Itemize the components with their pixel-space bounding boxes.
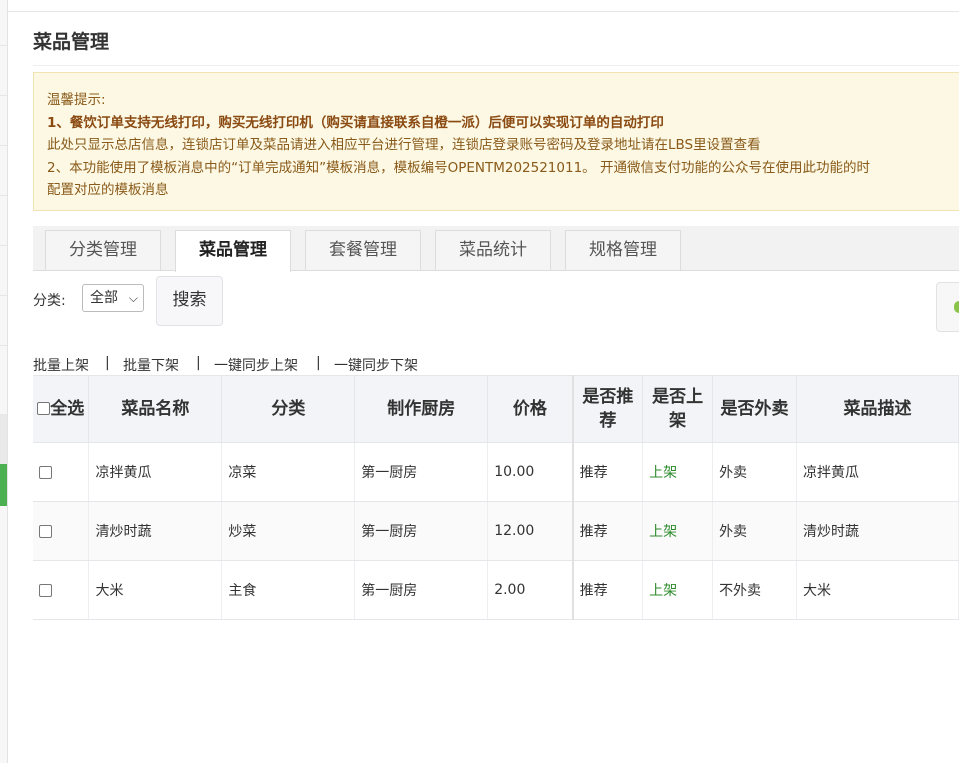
dish-recommend[interactable]: 推荐 [571,442,644,502]
sync-off-shelf-link[interactable]: 一键同步下架 [334,355,418,375]
dish-category: 主食 [221,560,356,620]
select-all-checkbox[interactable] [37,402,51,415]
gutter-line [0,45,7,46]
notice-printer-tip: 1、餐饮订单支持无线打印，购买无线打印机（购买请直接联系自橙一派）后便可以实现订… [47,114,664,131]
notice-heading: 温馨提示: [47,92,106,108]
dish-category: 炒菜 [221,501,356,561]
row-select-cell [33,442,90,502]
notice-chain-tip: 此处只显示总店信息，连锁店订单及菜品请进入相应平台进行管理，连锁店登录账号密码及… [47,137,761,153]
dish-price: 12.00 [487,501,574,561]
top-divider [7,11,959,12]
dish-takeout[interactable]: 外卖 [712,442,798,502]
gutter-line [0,195,7,196]
gutter-line [0,95,7,96]
header-category: 分类 [221,375,356,443]
chevron-down-icon: ⌵ [128,291,138,305]
table-row: 大米 主食 第一厨房 2.00 推荐 上架 不外卖 大米 [33,560,959,620]
tab-category-management[interactable]: 分类管理 [45,230,161,270]
dish-table: 全选 菜品名称 分类 制作厨房 价格 是否推荐 是否上架 是否外卖 菜品描述 凉… [33,375,959,620]
category-select[interactable]: 全部 ⌵ [82,284,144,312]
dish-takeout[interactable]: 外卖 [712,501,798,561]
dish-kitchen: 第一厨房 [354,560,489,620]
dish-takeout[interactable]: 不外卖 [712,560,798,620]
dish-description: 大米 [796,560,959,620]
dish-kitchen: 第一厨房 [354,442,489,502]
header-on-shelf: 是否上架 [642,375,714,443]
tab-bar: 分类管理 菜品管理 套餐管理 菜品统计 规格管理 [33,226,959,272]
tab-combo-management[interactable]: 套餐管理 [305,230,421,270]
tab-spec-management[interactable]: 规格管理 [565,230,681,270]
page-title: 菜品管理 [33,31,110,53]
row-checkbox[interactable] [39,583,52,597]
dish-description: 凉拌黄瓜 [796,442,959,502]
dish-on-shelf-status[interactable]: 上架 [642,442,714,502]
gutter-line [0,295,7,296]
separator: | [196,355,201,371]
table-row: 凉拌黄瓜 凉菜 第一厨房 10.00 推荐 上架 外卖 凉拌黄瓜 [33,442,959,502]
select-all-header: 全选 [33,375,90,443]
tab-dish-statistics[interactable]: 菜品统计 [435,230,551,270]
row-select-cell [33,560,90,620]
bulk-on-shelf-link[interactable]: 批量上架 [33,355,89,375]
left-gutter [0,0,8,763]
dish-recommend[interactable]: 推荐 [571,560,644,620]
dish-name: 凉拌黄瓜 [88,442,223,502]
dish-price: 10.00 [487,442,574,502]
header-name: 菜品名称 [88,375,223,443]
add-button[interactable] [936,282,959,332]
plus-icon [954,301,959,313]
gutter-line [0,145,7,146]
category-select-value: 全部 [90,290,118,306]
header-description: 菜品描述 [796,375,959,443]
separator: | [316,355,321,371]
dish-name: 清炒时蔬 [88,501,223,561]
category-filter-label: 分类: [33,293,66,309]
dish-recommend[interactable]: 推荐 [571,501,644,561]
notice-box: 温馨提示: 1、餐饮订单支持无线打印，购买无线打印机（购买请直接联系自橙一派）后… [33,72,959,211]
gutter-line [0,245,7,246]
dish-on-shelf-status[interactable]: 上架 [642,501,714,561]
header-price: 价格 [487,375,574,443]
dish-on-shelf-status[interactable]: 上架 [642,560,714,620]
separator: | [105,355,110,371]
header-recommend: 是否推荐 [571,375,644,443]
table-row: 清炒时蔬 炒菜 第一厨房 12.00 推荐 上架 外卖 清炒时蔬 [33,501,959,561]
dish-kitchen: 第一厨房 [354,501,489,561]
dish-category: 凉菜 [221,442,356,502]
bulk-off-shelf-link[interactable]: 批量下架 [123,355,179,375]
header-takeout: 是否外卖 [712,375,798,443]
gutter-hover-item[interactable] [0,414,7,464]
sync-on-shelf-link[interactable]: 一键同步上架 [214,355,298,375]
row-checkbox[interactable] [39,524,52,538]
header-kitchen: 制作厨房 [354,375,489,443]
dish-description: 清炒时蔬 [796,501,959,561]
gutter-line [0,345,7,346]
tab-dish-management[interactable]: 菜品管理 [175,230,291,272]
search-button[interactable]: 搜索 [156,276,223,326]
notice-template-tip: 2、本功能使用了模板消息中的“订单完成通知”模板消息，模板编号OPENTM202… [47,159,870,176]
row-checkbox[interactable] [39,465,52,479]
row-select-cell [33,501,90,561]
select-all-label: 全选 [50,399,85,419]
notice-template-tip-cont: 配置对应的模板消息 [47,182,169,198]
dish-price: 2.00 [487,560,574,620]
gutter-active-indicator[interactable] [0,464,7,506]
table-header-row: 全选 菜品名称 分类 制作厨房 价格 是否推荐 是否上架 是否外卖 菜品描述 [33,375,959,443]
dish-name: 大米 [88,560,223,620]
title-divider [33,65,959,66]
